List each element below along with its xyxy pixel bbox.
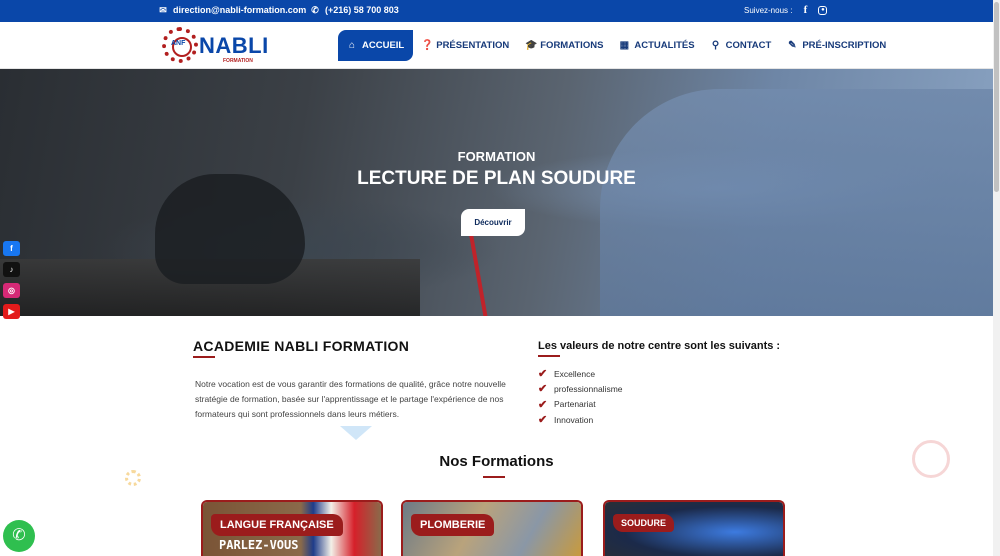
whatsapp-button[interactable]: ✆ xyxy=(3,520,35,552)
facebook-icon[interactable]: f xyxy=(800,5,810,16)
main-header: ANF NABLI FORMATION ⌂ ACCUEIL ❓ PRÉSENTA… xyxy=(0,22,1000,69)
list-item: ✔ Innovation xyxy=(538,412,623,427)
card-image-text: PARLEZ-VOUS xyxy=(219,538,299,552)
value-label: Excellence xyxy=(554,368,596,379)
formation-card-plomberie[interactable]: PLOMBERIE xyxy=(401,500,583,556)
formation-card-langue[interactable]: PARLEZ-VOUS LANGUE FRANÇAISE xyxy=(201,500,383,556)
welding-mask-shape xyxy=(155,174,305,284)
hero-slider: FORMATION LECTURE DE PLAN SOUDURE Découv… xyxy=(0,69,993,316)
check-icon: ✔ xyxy=(538,414,548,427)
phone-text: (+216) 58 700 803 xyxy=(325,5,399,15)
value-label: Partenariat xyxy=(554,399,596,410)
nav-label: ACTUALITÉS xyxy=(634,40,695,51)
check-icon: ✔ xyxy=(538,398,548,411)
check-icon: ✔ xyxy=(538,383,548,396)
instagram-icon[interactable]: ● xyxy=(818,5,828,15)
list-item: ✔ Partenariat xyxy=(538,397,623,412)
formations-underline xyxy=(483,476,505,478)
logo-sub: FORMATION xyxy=(223,58,253,64)
card-label: PLOMBERIE xyxy=(411,514,495,536)
list-item: ✔ Excellence xyxy=(538,366,623,381)
nav-item-formations[interactable]: 🎓 FORMATIONS xyxy=(517,30,611,61)
email-contact[interactable]: ✉ direction@nabli-formation.com xyxy=(158,5,306,15)
nav-item-pre-inscription[interactable]: ✎ PRÉ-INSCRIPTION xyxy=(779,30,894,61)
value-label: professionnalisme xyxy=(554,383,623,394)
nav-item-actualites[interactable]: ▦ ACTUALITÉS xyxy=(611,30,702,61)
hero-title: LECTURE DE PLAN SOUDURE xyxy=(357,168,636,189)
formation-card-soudure[interactable]: SOUDURE xyxy=(603,500,785,556)
decor-triangle xyxy=(340,426,372,440)
value-label: Innovation xyxy=(554,414,594,425)
main-navigation: ⌂ ACCUEIL ❓ PRÉSENTATION 🎓 FORMATIONS ▦ … xyxy=(338,30,894,61)
nav-item-contact[interactable]: ⚲ CONTACT xyxy=(703,30,780,61)
graduation-cap-icon: 🎓 xyxy=(525,39,538,51)
nav-item-presentation[interactable]: ❓ PRÉSENTATION xyxy=(413,30,517,61)
nav-label: FORMATIONS xyxy=(540,40,604,51)
welding-rod-shape xyxy=(468,229,488,316)
formations-title: Nos Formations xyxy=(439,453,554,470)
whatsapp-icon: ✆ xyxy=(12,527,26,544)
phone-icon: ✆ xyxy=(311,5,319,15)
top-contact-bar: ✉ direction@nabli-formation.com ✆ (+216)… xyxy=(0,0,1000,22)
values-list: ✔ Excellence ✔ professionnalisme ✔ Partenar… xyxy=(538,366,623,427)
mail-icon: ✉ xyxy=(159,5,167,15)
card-label: SOUDURE xyxy=(613,514,675,532)
check-icon: ✔ xyxy=(538,368,548,381)
discover-button[interactable]: Découvrir xyxy=(461,209,525,236)
values-underline xyxy=(538,355,560,357)
logo-mark: ANF xyxy=(171,40,186,47)
home-icon: ⌂ xyxy=(348,39,356,51)
nav-label: ACCUEIL xyxy=(362,40,405,51)
list-item: ✔ professionnalisme xyxy=(538,381,623,396)
side-youtube-icon[interactable]: ▶ xyxy=(3,304,20,319)
nav-label: PRÉ-INSCRIPTION xyxy=(802,40,887,51)
edit-icon: ✎ xyxy=(788,39,797,51)
hero-subtitle: FORMATION xyxy=(457,149,536,164)
follow-us: Suivez-nous : f ● xyxy=(744,5,828,16)
nav-item-accueil[interactable]: ⌂ ACCUEIL xyxy=(338,30,414,61)
nav-label: CONTACT xyxy=(725,40,772,51)
about-title: ACADEMIE NABLI FORMATION xyxy=(193,338,410,354)
page-scrollbar[interactable] xyxy=(993,0,1000,556)
map-pin-icon: ⚲ xyxy=(711,39,720,51)
nav-label: PRÉSENTATION xyxy=(436,40,510,51)
side-instagram-icon[interactable]: ◎ xyxy=(3,283,20,298)
decor-circle xyxy=(125,470,141,486)
scrollbar-thumb[interactable] xyxy=(994,2,999,192)
site-logo[interactable]: ANF NABLI FORMATION xyxy=(162,25,268,67)
calendar-icon: ▦ xyxy=(619,39,630,51)
logo-name: NABLI xyxy=(199,33,269,58)
question-icon: ❓ xyxy=(421,39,434,51)
phone-contact[interactable]: ✆ (+216) 58 700 803 xyxy=(310,5,399,15)
about-text: Notre vocation est de vous garantir des … xyxy=(195,379,506,419)
side-facebook-icon[interactable]: f xyxy=(3,241,20,256)
email-text: direction@nabli-formation.com xyxy=(173,5,307,15)
about-underline xyxy=(193,356,215,358)
card-label: LANGUE FRANÇAISE xyxy=(211,514,343,536)
hero-arm-shape xyxy=(600,89,993,316)
values-title: Les valeurs de notre centre sont les sui… xyxy=(538,340,781,352)
follow-label: Suivez-nous : xyxy=(744,5,793,15)
side-tiktok-icon[interactable]: ♪ xyxy=(3,262,20,277)
